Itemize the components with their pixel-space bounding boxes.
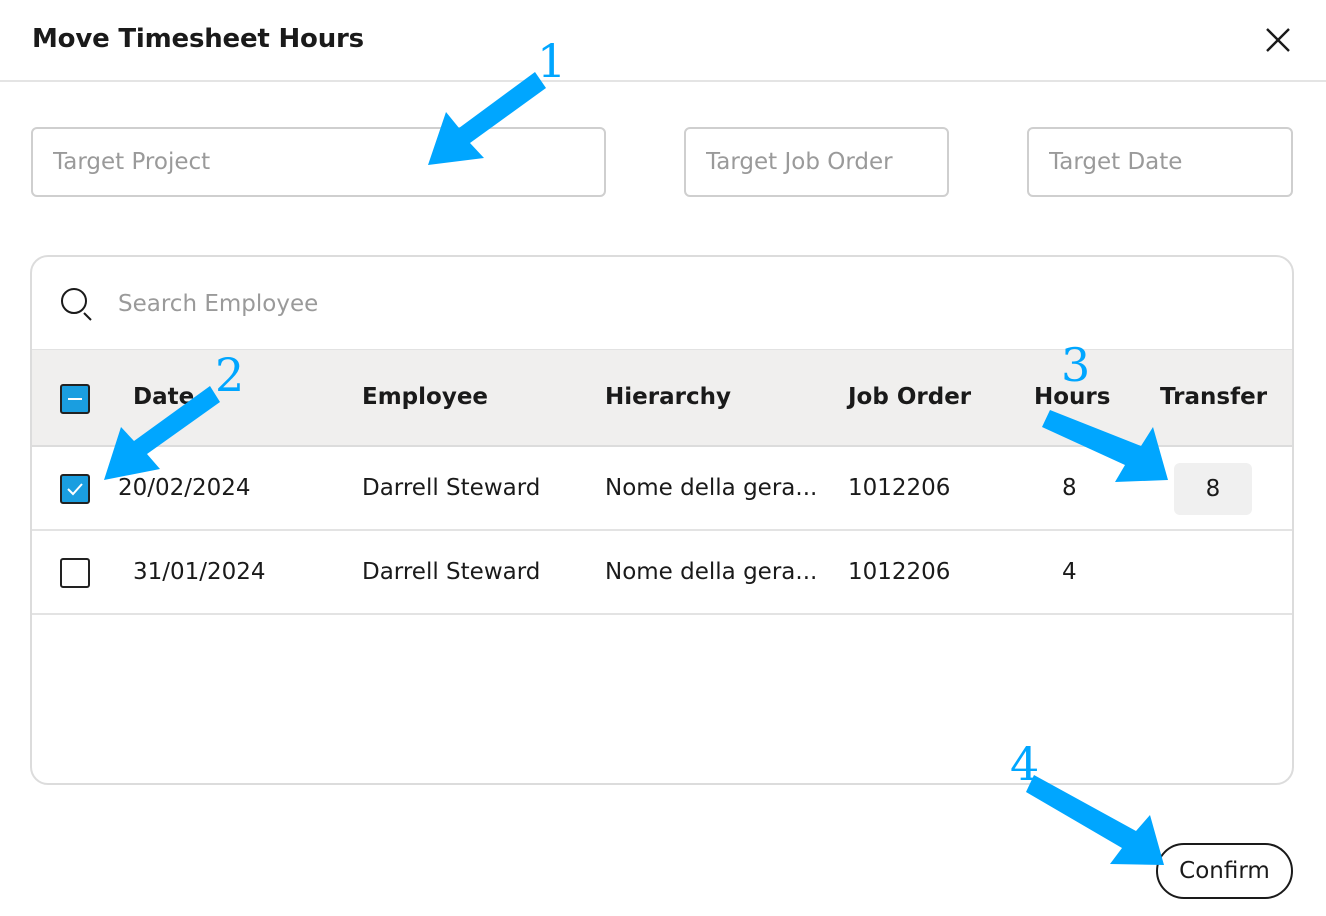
table-row[interactable]: 20/02/2024 Darrell Steward Nome della ge… xyxy=(32,447,1292,531)
row-date: 20/02/2024 xyxy=(118,475,251,501)
row-job-order: 1012206 xyxy=(848,475,951,501)
target-date-input[interactable] xyxy=(1027,127,1293,197)
column-header-transfer[interactable]: Transfer xyxy=(1160,384,1267,410)
column-header-date[interactable]: Date xyxy=(133,384,194,410)
annotation-label-2: 2 xyxy=(215,348,245,402)
dialog-title: Move Timesheet Hours xyxy=(32,24,364,54)
confirm-button[interactable]: Confirm xyxy=(1156,843,1293,899)
transfer-hours-input[interactable]: 8 xyxy=(1174,463,1252,515)
row-checkbox[interactable] xyxy=(60,474,90,504)
select-all-checkbox[interactable] xyxy=(60,384,90,414)
row-hours: 4 xyxy=(1062,559,1077,585)
table-row[interactable]: 31/01/2024 Darrell Steward Nome della ge… xyxy=(32,531,1292,615)
annotation-label-4: 4 xyxy=(1010,737,1040,791)
column-header-job-order[interactable]: Job Order xyxy=(848,384,971,410)
search-icon xyxy=(58,285,98,325)
row-date: 31/01/2024 xyxy=(133,559,266,585)
search-employee-input[interactable] xyxy=(116,281,720,327)
row-hierarchy: Nome della gera... xyxy=(605,559,818,585)
row-checkbox[interactable] xyxy=(60,558,90,588)
employee-table-card: Date Employee Hierarchy Job Order Hours … xyxy=(30,255,1294,785)
target-project-input[interactable] xyxy=(31,127,606,197)
annotation-arrow-4 xyxy=(1026,775,1164,865)
row-job-order: 1012206 xyxy=(848,559,951,585)
close-icon[interactable] xyxy=(1262,24,1294,56)
dialog-header: Move Timesheet Hours xyxy=(0,0,1326,82)
annotation-label-1: 1 xyxy=(537,34,567,88)
row-employee: Darrell Steward xyxy=(362,559,541,585)
column-header-employee[interactable]: Employee xyxy=(362,384,488,410)
column-header-hierarchy[interactable]: Hierarchy xyxy=(605,384,731,410)
annotation-label-3: 3 xyxy=(1061,338,1091,392)
row-hours: 8 xyxy=(1062,475,1077,501)
row-employee: Darrell Steward xyxy=(362,475,541,501)
row-hierarchy: Nome della gera... xyxy=(605,475,818,501)
target-job-order-input[interactable] xyxy=(684,127,949,197)
